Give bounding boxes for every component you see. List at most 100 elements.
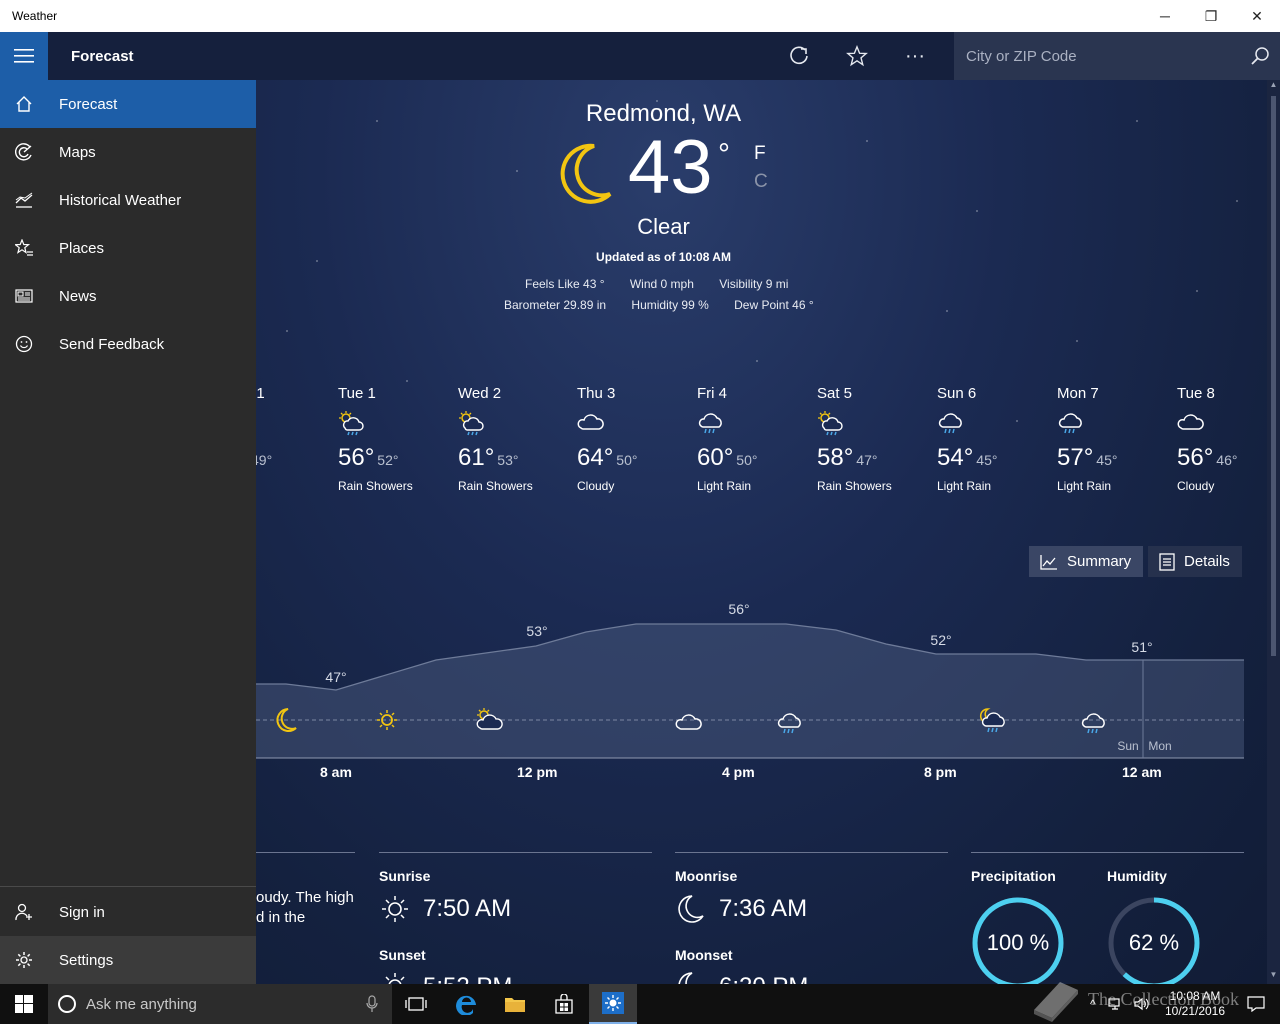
- moonset-time: 6:20 PM: [719, 973, 808, 984]
- store-button[interactable]: [540, 984, 588, 1024]
- day-low: 49°: [256, 452, 273, 468]
- day-name: Sat 5: [817, 385, 853, 402]
- chart-icon: [15, 192, 33, 208]
- day-tile[interactable]: Fri 4 60° 50° Light Rain: [697, 385, 815, 493]
- edge-button[interactable]: [443, 984, 491, 1024]
- nav-item-places[interactable]: Places: [0, 224, 256, 272]
- day-low: 50°: [616, 452, 638, 468]
- cortana-search-box[interactable]: Ask me anything: [48, 984, 392, 1024]
- microphone-icon: [366, 995, 378, 1012]
- cloud-rain-icon: [938, 413, 962, 434]
- cortana-icon: [58, 995, 76, 1013]
- wind: Wind 0 mph: [629, 277, 694, 291]
- nav-item-maps[interactable]: Maps: [0, 128, 256, 176]
- day-tile[interactable]: Mon 7 57° 45° Light Rain: [1057, 385, 1175, 493]
- moonset-icon: [678, 972, 693, 984]
- search-icon: [1251, 47, 1269, 65]
- day-low: 52°: [377, 452, 399, 468]
- weather-app-icon: [602, 992, 624, 1014]
- maximize-button[interactable]: ❐: [1188, 0, 1234, 32]
- day-high: 56°: [1177, 444, 1214, 471]
- day-low: 46°: [1216, 452, 1238, 468]
- file-explorer-button[interactable]: [491, 984, 539, 1024]
- day-high: 64°: [577, 444, 614, 471]
- city-search-input[interactable]: [954, 47, 1240, 65]
- sun-rain-icon: [459, 411, 484, 436]
- start-button[interactable]: [0, 984, 48, 1024]
- temp-point-label: 53°: [526, 623, 547, 639]
- day-condition: Rain Showers: [817, 479, 892, 493]
- navigation-pane: Forecast Maps Historical Weather Places …: [0, 80, 256, 984]
- day-low: 45°: [1096, 452, 1118, 468]
- day-high: 61°: [458, 444, 495, 471]
- day-low: 50°: [736, 452, 758, 468]
- nav-item-send-feedback[interactable]: Send Feedback: [0, 320, 256, 368]
- hamburger-menu-button[interactable]: [0, 32, 48, 80]
- day-high: 58°: [817, 444, 854, 471]
- gear-icon: [16, 952, 32, 968]
- moonset-label: Moonset: [675, 947, 733, 963]
- day-tile[interactable]: Wed 2 61° 53° Rain Showers: [458, 385, 576, 493]
- cloud-rain-icon: [1058, 413, 1082, 434]
- day-condition: Rain Showers: [338, 479, 413, 493]
- task-view-icon: [405, 997, 427, 1011]
- day-split-sun: Sun: [1117, 739, 1138, 753]
- nav-item-historical-weather[interactable]: Historical Weather: [0, 176, 256, 224]
- current-condition: Clear: [637, 214, 690, 239]
- day-name: Tue 8: [1177, 385, 1215, 402]
- day-tile[interactable]: Tue 1 56° 52° Rain Showers: [338, 385, 456, 493]
- celsius-toggle[interactable]: C: [754, 171, 768, 193]
- window-title: Weather: [12, 9, 58, 23]
- details-list-icon: [1159, 552, 1175, 571]
- details-tab[interactable]: Details: [1148, 546, 1242, 577]
- task-view-button[interactable]: [392, 984, 440, 1024]
- radar-icon: [15, 143, 32, 161]
- day-low: 53°: [497, 452, 519, 468]
- cortana-placeholder: Ask me anything: [86, 995, 197, 1013]
- day-name: Wed 2: [458, 385, 502, 402]
- humidity-label: Humidity: [1107, 868, 1167, 884]
- weather-app-button[interactable]: [589, 984, 637, 1024]
- summary-tab[interactable]: Summary: [1029, 546, 1143, 577]
- favorite-button[interactable]: [828, 32, 886, 80]
- search-button[interactable]: [1240, 46, 1280, 66]
- moon-icon: [560, 143, 612, 204]
- moon-outline-icon: [678, 895, 704, 923]
- book-logo-icon: [1034, 982, 1078, 1022]
- day-tile[interactable]: Thu 3 64° 50° Cloudy: [577, 385, 695, 493]
- close-button[interactable]: ✕: [1234, 0, 1280, 32]
- day-low: 47°: [856, 452, 878, 468]
- details-label: Details: [1184, 553, 1230, 570]
- refresh-icon: [790, 46, 808, 65]
- hamburger-icon: [14, 49, 34, 63]
- star-icon: [846, 45, 868, 67]
- day-tile[interactable]: Sat 5 58° 47° Rain Showers: [817, 385, 935, 493]
- day-condition: Light Rain: [697, 479, 752, 493]
- nav-item-sign-in[interactable]: Sign in: [0, 888, 256, 936]
- day-high: 56°: [338, 444, 375, 471]
- store-icon: [555, 994, 573, 1014]
- more-options-button[interactable]: ···: [886, 32, 944, 80]
- precipitation-value: 100 %: [986, 930, 1050, 955]
- sunrise-time: 7:50 AM: [423, 895, 512, 922]
- degree-symbol: °: [718, 138, 730, 171]
- day-tile[interactable]: Sun 6 54° 45° Light Rain: [937, 385, 1055, 493]
- day-name: Tue 1: [338, 385, 376, 402]
- location-name: Redmond, WA: [585, 100, 742, 127]
- star-list-icon: [15, 239, 33, 256]
- temp-point-label: 56°: [728, 601, 749, 617]
- day-name: Sun 6: [937, 385, 977, 402]
- folder-icon: [505, 998, 525, 1012]
- nav-item-forecast[interactable]: Forecast: [0, 80, 256, 128]
- day-tile[interactable]: Tue 8 56° 46° Cloudy: [1177, 385, 1267, 493]
- scrollbar-thumb[interactable]: [1271, 96, 1276, 656]
- nav-item-settings[interactable]: Settings: [0, 936, 256, 984]
- moonrise-time: 7:36 AM: [719, 895, 808, 922]
- refresh-button[interactable]: [770, 32, 828, 80]
- fahrenheit-toggle[interactable]: F: [754, 143, 766, 165]
- nav-item-news[interactable]: News: [0, 272, 256, 320]
- temp-point-label: 47°: [325, 669, 346, 685]
- action-center-button[interactable]: [1232, 984, 1280, 1024]
- vertical-scrollbar[interactable]: ▲ ▼: [1267, 80, 1280, 984]
- minimize-button[interactable]: ─: [1142, 0, 1188, 32]
